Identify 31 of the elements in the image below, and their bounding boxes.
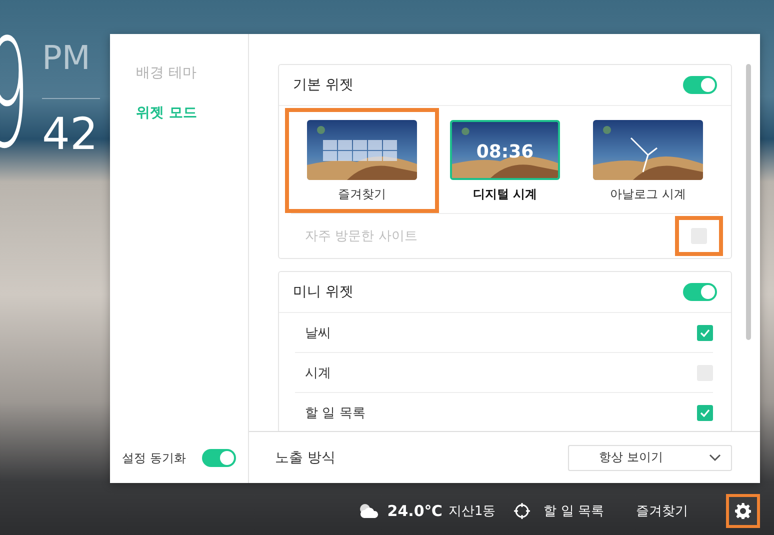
chevron-down-icon [709, 454, 721, 462]
widget-label: 날씨 [305, 324, 331, 342]
checkmark-icon [700, 408, 710, 416]
clock-time-text: 08:36 [476, 142, 534, 163]
settings-icon [735, 503, 751, 519]
favorites-link[interactable]: 즐겨찾기 [636, 502, 688, 520]
clock-ampm: PM [42, 38, 90, 78]
cloud-icon [358, 503, 380, 519]
clock-minute: 42 [42, 113, 98, 157]
temperature-text: 24.0℃ [387, 502, 442, 520]
sync-toggle[interactable] [202, 449, 236, 467]
widget-option[interactable]: 즐겨찾기 [285, 108, 439, 213]
crosshair-icon[interactable] [514, 503, 530, 519]
widget-label: 할 일 목록 [305, 404, 366, 422]
checkbox[interactable] [697, 324, 713, 340]
location-text: 지산1동 [448, 503, 496, 520]
widget-toggle[interactable] [683, 283, 717, 301]
display-mode-label: 노출 방식 [275, 448, 336, 466]
card-title: 미니 위젯 [293, 283, 354, 301]
checkbox[interactable] [697, 404, 713, 420]
card-title: 기본 위젯 [293, 76, 354, 94]
checkmark-icon [700, 328, 710, 336]
scrollbar[interactable] [746, 64, 751, 340]
todo-link[interactable]: 할 일 목록 [544, 502, 604, 520]
sync-label: 설정 동기화 [122, 450, 186, 466]
widget-toggle[interactable] [683, 76, 717, 94]
clock-hour: 9 [0, 20, 29, 170]
settings-button[interactable] [726, 494, 760, 528]
option-label: 자주 방문한 사이트 [305, 228, 418, 245]
display-mode-dropdown[interactable]: 항상 보이기 [568, 444, 732, 470]
widget-label: 시계 [305, 364, 331, 382]
